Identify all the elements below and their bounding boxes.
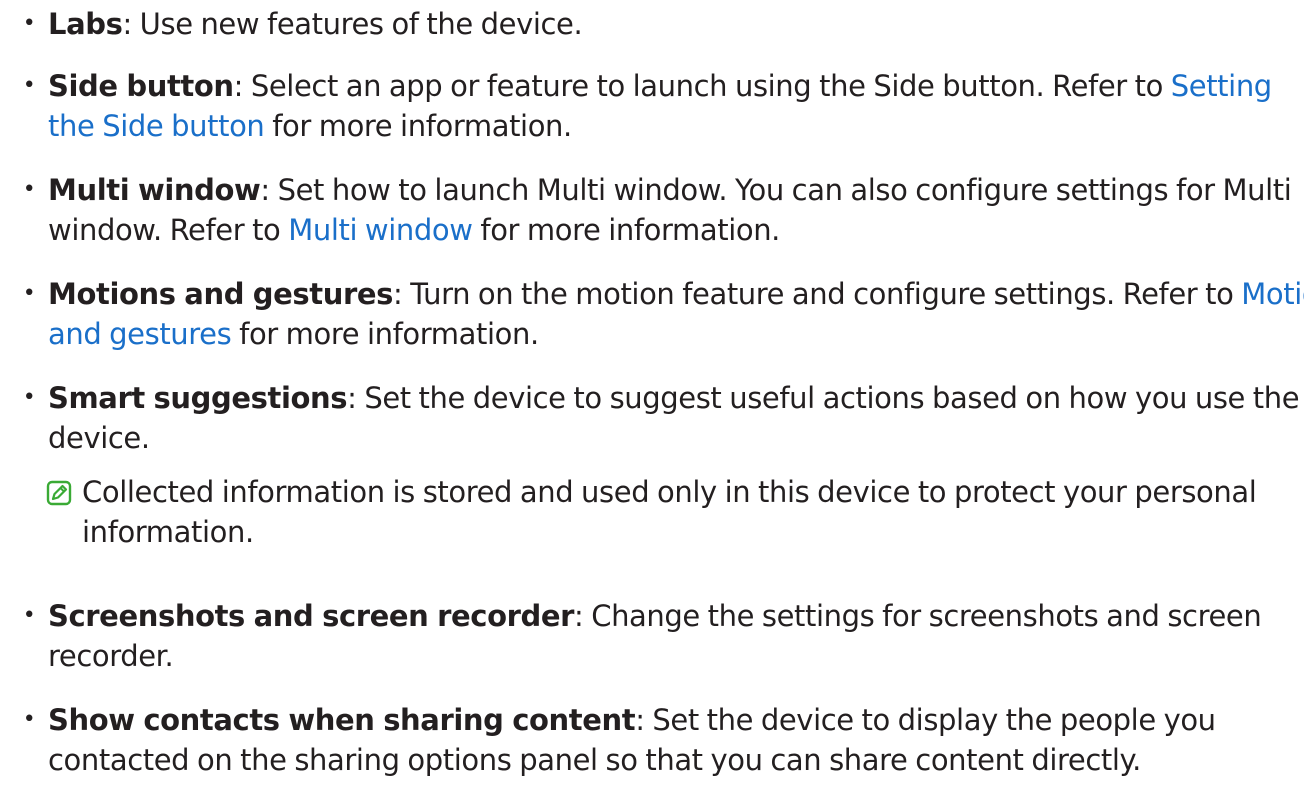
term-multi-window: Multi window [48,173,261,207]
list-item-multi-window: • Multi window: Set how to launch Multi … [0,170,1304,250]
term-labs: Labs [48,7,123,41]
bullet-icon: • [22,11,36,36]
description-motions-and-gestures: : Turn on the motion feature and configu… [393,277,1242,311]
description-multi-window-end: for more information. [472,213,781,247]
bullet-icon: • [22,281,36,306]
term-side-button: Side button [48,69,234,103]
link-multi-window[interactable]: Multi window [288,213,473,247]
list-item-screenshots-and-screen-recorder: • Screenshots and screen recorder: Chang… [0,596,1304,676]
term-smart-suggestions: Smart suggestions [48,381,348,415]
term-show-contacts-when-sharing-content: Show contacts when sharing content [48,703,636,737]
bullet-icon: • [22,385,36,410]
description-labs: : Use new features of the device. [122,7,583,41]
note-block: Collected information is stored and used… [46,472,1304,552]
bullet-icon: • [22,707,36,732]
bullet-icon: • [22,73,36,98]
bullet-icon: • [22,603,36,628]
description-motions-and-gestures-end: for more information. [231,317,539,351]
list-item-motions-and-gestures: • Motions and gestures: Turn on the moti… [0,274,1304,354]
description-side-button-end: for more information. [264,109,572,143]
list-item-show-contacts-when-sharing-content: • Show contacts when sharing content: Se… [0,700,1304,780]
list-item-labs: • Labs: Use new features of the device. [0,4,1304,44]
term-motions-and-gestures: Motions and gestures [48,277,394,311]
bullet-icon: • [22,177,36,202]
list-item-side-button: • Side button: Select an app or feature … [0,66,1304,146]
note-text: Collected information is stored and used… [82,475,1257,549]
note-pencil-icon [46,480,72,506]
term-screenshots-and-screen-recorder: Screenshots and screen recorder [48,599,575,633]
manual-page: • Labs: Use new features of the device. … [0,0,1304,803]
list-item-smart-suggestions: • Smart suggestions: Set the device to s… [0,378,1304,552]
description-side-button: : Select an app or feature to launch usi… [233,69,1171,103]
